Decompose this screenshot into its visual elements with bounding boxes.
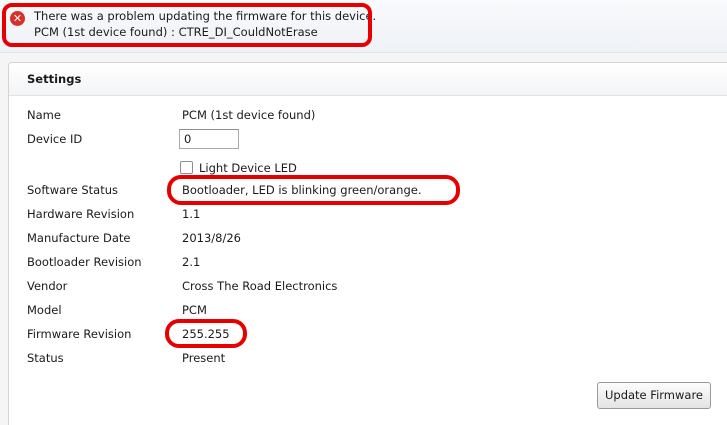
device-id-label: Device ID (27, 132, 83, 146)
light-led-checkbox[interactable] (180, 161, 193, 174)
error-detail: PCM (1st device found) : CTRE_DI_CouldNo… (34, 25, 318, 39)
settings-title: Settings (27, 72, 82, 86)
firmware-revision-label: Firmware Revision (27, 327, 132, 341)
vendor-value: Cross The Road Electronics (182, 279, 338, 293)
firmware-revision-value: 255.255 (182, 327, 230, 341)
model-value: PCM (182, 303, 207, 317)
error-banner: ✕ There was a problem updating the firmw… (0, 0, 727, 53)
name-value: PCM (1st device found) (182, 108, 316, 122)
manufacture-date-value: 2013/8/26 (182, 231, 241, 245)
device-id-input[interactable] (179, 129, 239, 149)
update-firmware-button[interactable]: Update Firmware (597, 382, 711, 409)
error-x-icon: ✕ (10, 11, 25, 26)
model-label: Model (27, 303, 62, 317)
bootloader-revision-label: Bootloader Revision (27, 255, 142, 269)
manufacture-date-label: Manufacture Date (27, 231, 131, 245)
error-message: There was a problem updating the firmwar… (34, 9, 377, 23)
hardware-revision-label: Hardware Revision (27, 207, 135, 221)
light-led-label[interactable]: Light Device LED (199, 161, 297, 175)
name-label: Name (27, 108, 61, 122)
status-value: Present (182, 351, 226, 365)
status-label: Status (27, 351, 64, 365)
bootloader-revision-value: 2.1 (182, 255, 201, 269)
software-status-label: Software Status (27, 183, 118, 197)
software-status-value: Bootloader, LED is blinking green/orange… (182, 183, 422, 197)
vendor-label: Vendor (27, 279, 68, 293)
settings-header: Settings (9, 63, 727, 96)
hardware-revision-value: 1.1 (182, 207, 201, 221)
